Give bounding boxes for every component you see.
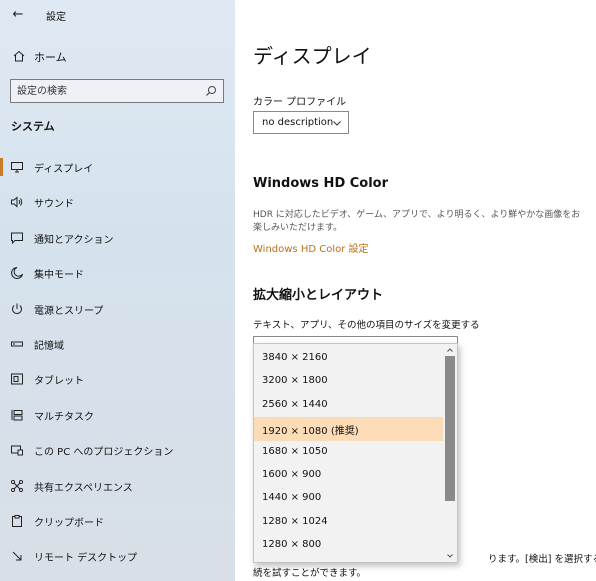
sidebar-item-label: リモート デスクトップ [34, 553, 138, 565]
sidebar-item-display[interactable]: ディスプレイ [0, 150, 235, 185]
resolution-option-label: 3840 × 2160 [262, 352, 328, 363]
resolution-dropdown[interactable]: 3840 × 2160 3200 × 1800 2560 × 1440 1920… [253, 343, 458, 563]
share-icon [11, 479, 23, 492]
sidebar-item-label: 通知とアクション [34, 234, 114, 246]
resolution-option-selected[interactable]: 1920 × 1080 (推奨) [254, 417, 444, 441]
scale-layout-heading: 拡大縮小とレイアウト [253, 288, 384, 303]
hdr-description: HDR に対応したビデオ、ゲーム、アプリで、より明るく、より鮮やかな画像をお楽し… [253, 210, 581, 233]
home-icon [13, 50, 25, 62]
sidebar-item-label: 電源とスリープ [34, 305, 104, 317]
power-icon [12, 303, 22, 314]
notification-icon [11, 232, 23, 244]
title-bar: ← 設定 [0, 0, 235, 30]
resolution-option-label: 1920 × 1080 (推奨) [262, 426, 359, 438]
storage-icon [11, 341, 23, 347]
scale-label: テキスト、アプリ、その他の項目のサイズを変更する [253, 320, 480, 331]
sidebar-item-label: 記憶域 [34, 340, 64, 352]
resolution-option-label: 1600 × 900 [262, 469, 322, 480]
home-nav-item[interactable]: ホーム [0, 44, 235, 70]
resolution-option[interactable]: 2560 × 1440 [254, 394, 444, 417]
sidebar-item-storage[interactable]: 記憶域 [0, 327, 235, 362]
sidebar-item-label: 集中モード [34, 270, 84, 282]
nav-list: ディスプレイ サウンド 通知とアクション 集中モード 電源とスリープ 記憶域 タ… [0, 150, 235, 575]
scrolled-off-text [253, 69, 348, 74]
home-label: ホーム [34, 51, 67, 64]
sidebar-item-label: タブレット [34, 376, 84, 388]
detect-description-line2: 続を試すことができます。 [253, 568, 367, 579]
sidebar-item-sound[interactable]: サウンド [0, 185, 235, 220]
speaker-icon [11, 196, 23, 208]
section-title: システム [11, 120, 55, 133]
sidebar-item-projection[interactable]: この PC へのプロジェクション [0, 433, 235, 468]
monitor-icon [11, 162, 23, 173]
sidebar-item-multitasking[interactable]: マルチタスク [0, 398, 235, 433]
search-input[interactable] [17, 84, 197, 98]
sidebar-item-label: クリップボード [34, 517, 104, 529]
sidebar-item-focus-mode[interactable]: 集中モード [0, 256, 235, 291]
sidebar-item-label: マルチタスク [34, 411, 94, 423]
sidebar: ← 設定 ホーム システム ディスプレイ [0, 0, 235, 581]
sidebar-item-remote-desktop[interactable]: リモート デスクトップ [0, 539, 235, 574]
sidebar-item-shared-experiences[interactable]: 共有エクスペリエンス [0, 469, 235, 504]
sidebar-item-notifications[interactable]: 通知とアクション [0, 221, 235, 256]
resolution-option-label: 1440 × 900 [262, 492, 322, 504]
chevron-down-icon [333, 121, 341, 126]
resolution-option-label: 1680 × 1050 [262, 445, 328, 457]
hdr-heading: Windows HD Color [253, 176, 389, 191]
sidebar-item-label: ディスプレイ [34, 164, 94, 175]
color-profile-label: カラー プロファイル [253, 97, 347, 108]
hdr-settings-link[interactable]: Windows HD Color 設定 [253, 240, 369, 255]
multitask-icon [11, 409, 23, 421]
resolution-option[interactable]: 3840 × 2160 [254, 347, 444, 370]
sidebar-item-label: この PC へのプロジェクション [34, 447, 174, 459]
resolution-option[interactable]: 1680 × 1050 [254, 441, 444, 464]
scroll-down-icon[interactable] [445, 551, 455, 561]
search-box[interactable] [10, 79, 224, 103]
resolution-option[interactable]: 1440 × 900 [254, 487, 444, 510]
sidebar-item-clipboard[interactable]: クリップボード [0, 504, 235, 539]
moon-icon [11, 267, 23, 280]
scroll-up-icon[interactable] [445, 345, 455, 355]
scrollbar-thumb[interactable] [445, 356, 455, 501]
detect-description-line1: ります。[検出] を選択すると接 [488, 554, 596, 565]
resolution-option[interactable]: 1280 × 800 [254, 534, 444, 557]
sidebar-item-tablet[interactable]: タブレット [0, 362, 235, 397]
resolution-option-label: 2560 × 1440 [262, 398, 328, 410]
sidebar-item-label: 共有エクスペリエンス [34, 482, 133, 494]
sidebar-item-power[interactable]: 電源とスリープ [0, 292, 235, 327]
tablet-icon [11, 373, 23, 385]
sidebar-item-label: サウンド [34, 199, 74, 211]
color-profile-value: no description [262, 117, 334, 128]
search-icon[interactable] [204, 84, 218, 98]
resolution-option[interactable]: 3200 × 1800 [254, 370, 444, 393]
clipboard-icon [12, 514, 22, 527]
back-button[interactable]: ← [6, 6, 30, 24]
resolution-option-label: 3200 × 1800 [262, 375, 328, 387]
dropdown-scrollbar[interactable] [443, 344, 457, 562]
resolution-option[interactable]: 1280 × 1024 [254, 511, 444, 534]
window-title: 設定 [46, 12, 66, 23]
projection-icon [11, 445, 23, 456]
color-profile-select[interactable]: no description [253, 111, 349, 134]
resolution-option[interactable]: 1600 × 900 [254, 464, 444, 487]
page-title: ディスプレイ [253, 44, 372, 68]
remote-desktop-icon [12, 551, 22, 561]
resolution-option-label: 1280 × 1024 [262, 515, 328, 527]
resolution-option-label: 1280 × 800 [262, 539, 322, 551]
